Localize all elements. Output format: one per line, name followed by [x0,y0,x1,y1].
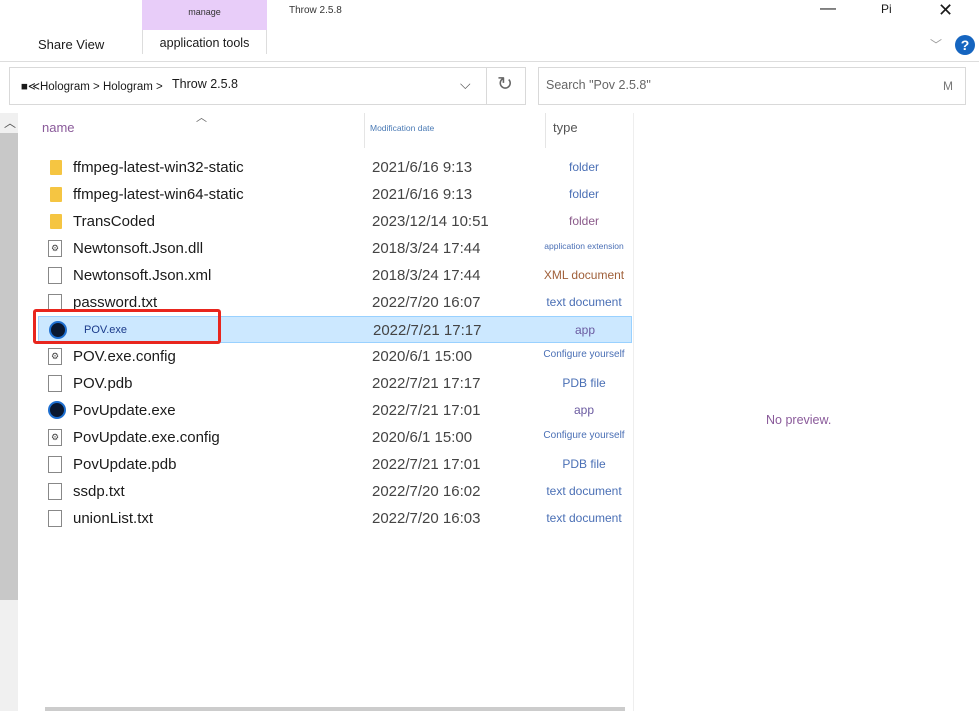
file-date: 2018/3/24 17:44 [372,240,481,257]
text-icon [48,456,62,473]
file-row[interactable]: PovUpdate.exe 2022/7/21 17:01 app [38,397,632,424]
file-row[interactable]: Newtonsoft.Json.dll 2018/3/24 17:44 appl… [38,235,632,262]
column-header-name[interactable]: name [42,120,75,135]
search-icon[interactable]: M [943,79,953,93]
file-date: 2022/7/20 16:07 [372,294,481,311]
file-type: folder [568,187,600,201]
file-date: 2022/7/20 16:03 [372,510,481,527]
file-type: app [574,323,596,337]
file-type: text document [546,295,622,309]
file-name: TransCoded [73,213,155,230]
help-icon[interactable]: ? [955,35,975,55]
file-date: 2022/7/21 17:01 [372,456,481,473]
file-type: Configure yourself [543,349,625,360]
file-date: 2022/7/20 16:02 [372,483,481,500]
sort-ascending-icon: ︿ [196,112,207,124]
ribbon-divider [0,61,979,62]
text-icon [48,375,62,392]
file-row[interactable]: unionList.txt 2022/7/20 16:03 text docum… [38,505,632,532]
maximize-button[interactable]: Pi [881,2,892,16]
file-name: PovUpdate.exe [73,402,176,419]
column-header-type[interactable]: type [553,120,578,135]
column-divider[interactable] [364,113,365,148]
breadcrumb-current[interactable]: Throw 2.5.8 [172,77,238,91]
file-name: ssdp.txt [73,483,125,500]
folder-icon [50,214,62,229]
tab-share-view[interactable]: Share View [38,37,104,52]
file-name: POV.pdb [73,375,133,392]
file-type: folder [568,160,600,174]
scrollbar-thumb[interactable] [0,133,18,600]
file-name: ffmpeg-latest-win32-static [73,159,244,176]
highlight-box [33,309,221,344]
file-type: application extension [544,241,624,251]
file-type: folder [568,214,600,228]
file-date: 2022/7/21 17:17 [373,322,482,339]
file-type: text document [546,511,622,525]
file-type: text document [546,484,622,498]
horizontal-scrollbar[interactable] [45,707,625,711]
minimize-button[interactable]: — [820,0,840,22]
xml-icon [48,267,62,284]
preview-message: No preview. [766,413,832,427]
breadcrumb[interactable]: ■≪Hologram > Hologram > [21,79,163,93]
close-button[interactable]: ✕ [938,0,953,21]
column-divider[interactable] [545,113,546,148]
file-name: Newtonsoft.Json.xml [73,267,212,284]
file-row[interactable]: TransCoded 2023/12/14 10:51 folder [38,208,632,235]
preview-divider [633,113,634,711]
file-row[interactable]: POV.exe.config 2020/6/1 15:00 Configure … [38,343,632,370]
file-row[interactable]: PovUpdate.pdb 2022/7/21 17:01 PDB file [38,451,632,478]
file-date: 2022/7/21 17:01 [372,402,481,419]
column-header-date[interactable]: Modification date [370,123,434,133]
text-icon [48,510,62,527]
file-type: app [573,403,595,417]
file-row[interactable]: ffmpeg-latest-win32-static 2021/6/16 9:1… [38,154,632,181]
file-name: ffmpeg-latest-win64-static [73,186,244,203]
chevron-down-icon[interactable]: ⌵ [460,76,471,93]
file-date: 2020/6/1 15:00 [372,429,473,446]
file-name: PovUpdate.pdb [73,456,177,473]
exe-icon [48,401,66,419]
text-icon [48,483,62,500]
file-name: unionList.txt [73,510,154,527]
file-date: 2023/12/14 10:51 [372,213,489,230]
chevron-down-icon[interactable]: ﹀ [930,36,942,53]
file-row[interactable]: PovUpdate.exe.config 2020/6/1 15:00 Conf… [38,424,632,451]
file-date: 2020/6/1 15:00 [372,348,473,365]
search-input[interactable]: Search "Pov 2.5.8" M [538,67,966,105]
file-name: POV.exe.config [73,348,176,365]
divider [486,68,487,104]
refresh-icon[interactable]: ↻ [497,73,513,96]
folder-icon [50,187,62,202]
search-placeholder: Search "Pov 2.5.8" [546,78,651,92]
file-type: XML document [543,268,625,282]
file-date: 2021/6/16 9:13 [372,159,473,176]
address-bar[interactable]: ■≪Hologram > Hologram > Throw 2.5.8 ⌵ ↻ [9,67,526,105]
file-date: 2018/3/24 17:44 [372,267,481,284]
file-type: PDB file [562,457,606,471]
scroll-up-icon[interactable]: ︿ [4,114,16,131]
file-type: PDB file [562,376,606,390]
config-icon [48,429,62,446]
manage-tab[interactable]: manage [142,0,267,30]
file-date: 2022/7/21 17:17 [372,375,481,392]
file-name: PovUpdate.exe.config [73,429,220,446]
file-date: 2021/6/16 9:13 [372,186,473,203]
dll-icon [48,240,62,257]
file-row[interactable]: Newtonsoft.Json.xml 2018/3/24 17:44 XML … [38,262,632,289]
folder-icon [50,160,62,175]
file-type: Configure yourself [543,430,625,441]
file-row[interactable]: ssdp.txt 2022/7/20 16:02 text document [38,478,632,505]
tab-application-tools[interactable]: application tools [142,30,267,54]
file-name: Newtonsoft.Json.dll [73,240,204,257]
window-title: Throw 2.5.8 [289,5,342,16]
file-row[interactable]: POV.pdb 2022/7/21 17:17 PDB file [38,370,632,397]
file-row[interactable]: ffmpeg-latest-win64-static 2021/6/16 9:1… [38,181,632,208]
config-icon [48,348,62,365]
